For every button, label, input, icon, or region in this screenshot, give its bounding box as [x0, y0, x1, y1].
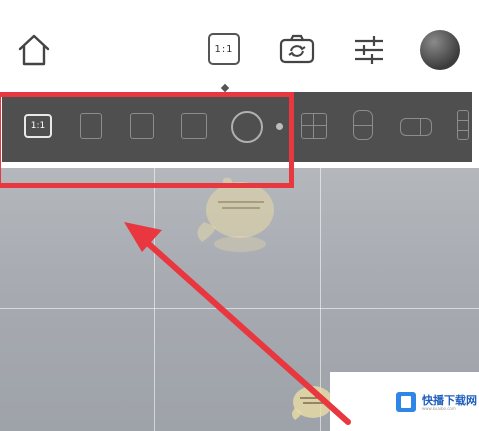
- annotation-highlight-box: [0, 92, 294, 188]
- brand-subtext: www.kuaibo.com: [422, 406, 456, 411]
- watermark-logo: 快播下载网 www.kuaibo.com: [330, 372, 479, 431]
- brand-logo-icon: [396, 392, 416, 412]
- grid-four-icon[interactable]: [301, 113, 327, 139]
- grid-line: [154, 168, 155, 431]
- split-horizontal-icon[interactable]: [400, 118, 432, 136]
- avatar[interactable]: [420, 30, 460, 70]
- split-three-icon[interactable]: [457, 110, 469, 140]
- camera-switch-icon[interactable]: [276, 30, 318, 70]
- home-icon[interactable]: [14, 30, 54, 70]
- aspect-ratio-button[interactable]: 1:1: [208, 33, 240, 65]
- top-toolbar: 1:1: [0, 0, 479, 92]
- camera-switch-svg: [279, 34, 315, 64]
- aspect-ratio-label: 1:1: [214, 43, 234, 55]
- sliders-icon[interactable]: [350, 30, 388, 70]
- split-vertical-icon[interactable]: [353, 110, 373, 140]
- sliders-svg: [355, 36, 383, 64]
- home-icon-svg: [18, 34, 50, 66]
- grid-line: [0, 308, 479, 309]
